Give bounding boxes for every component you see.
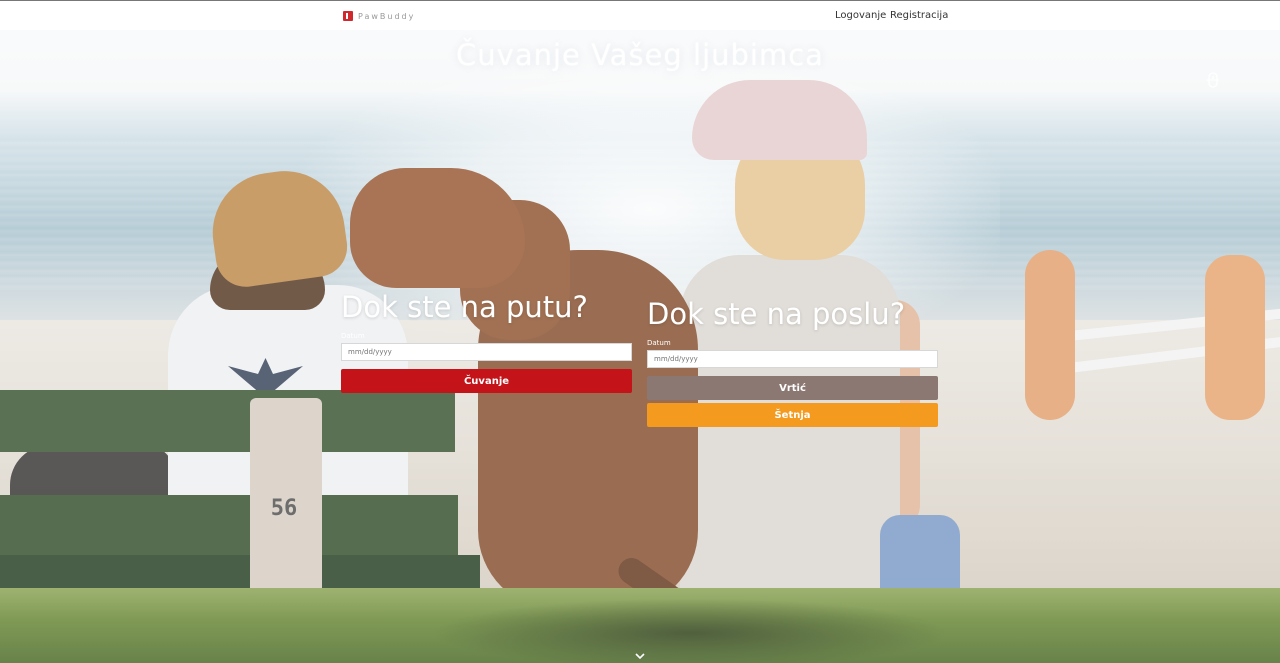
travel-date-label: Datum — [341, 332, 365, 340]
brand-icon — [343, 11, 353, 21]
work-card-title: Dok ste na poslu? — [647, 297, 906, 331]
top-navbar: PawBuddy Logovanje Registracija — [0, 0, 1280, 30]
travel-card: Dok ste na putu? Datum Čuvanje — [341, 290, 632, 393]
brand-logo[interactable]: PawBuddy — [343, 10, 415, 22]
overlay — [0, 0, 1280, 663]
setnja-button[interactable]: Šetnja — [647, 403, 938, 427]
hero-background: 56 — [0, 0, 1280, 663]
work-date-label: Datum — [647, 339, 671, 347]
work-card: Dok ste na poslu? Datum Vrtić Šetnja — [647, 297, 938, 427]
mouse-scroll-icon[interactable] — [1206, 71, 1220, 89]
nav-register-link[interactable]: Registracija — [890, 10, 948, 21]
brand-name: PawBuddy — [358, 11, 416, 21]
work-date-input[interactable] — [647, 350, 938, 368]
chevron-down-icon[interactable] — [635, 652, 645, 660]
travel-card-title: Dok ste na putu? — [341, 290, 588, 324]
cuvanje-button[interactable]: Čuvanje — [341, 369, 632, 393]
nav-login-link[interactable]: Logovanje — [835, 10, 886, 21]
vrtic-button[interactable]: Vrtić — [647, 376, 938, 400]
travel-date-input[interactable] — [341, 343, 632, 361]
hero-title: Čuvanje Vašeg ljubimca — [456, 38, 824, 72]
